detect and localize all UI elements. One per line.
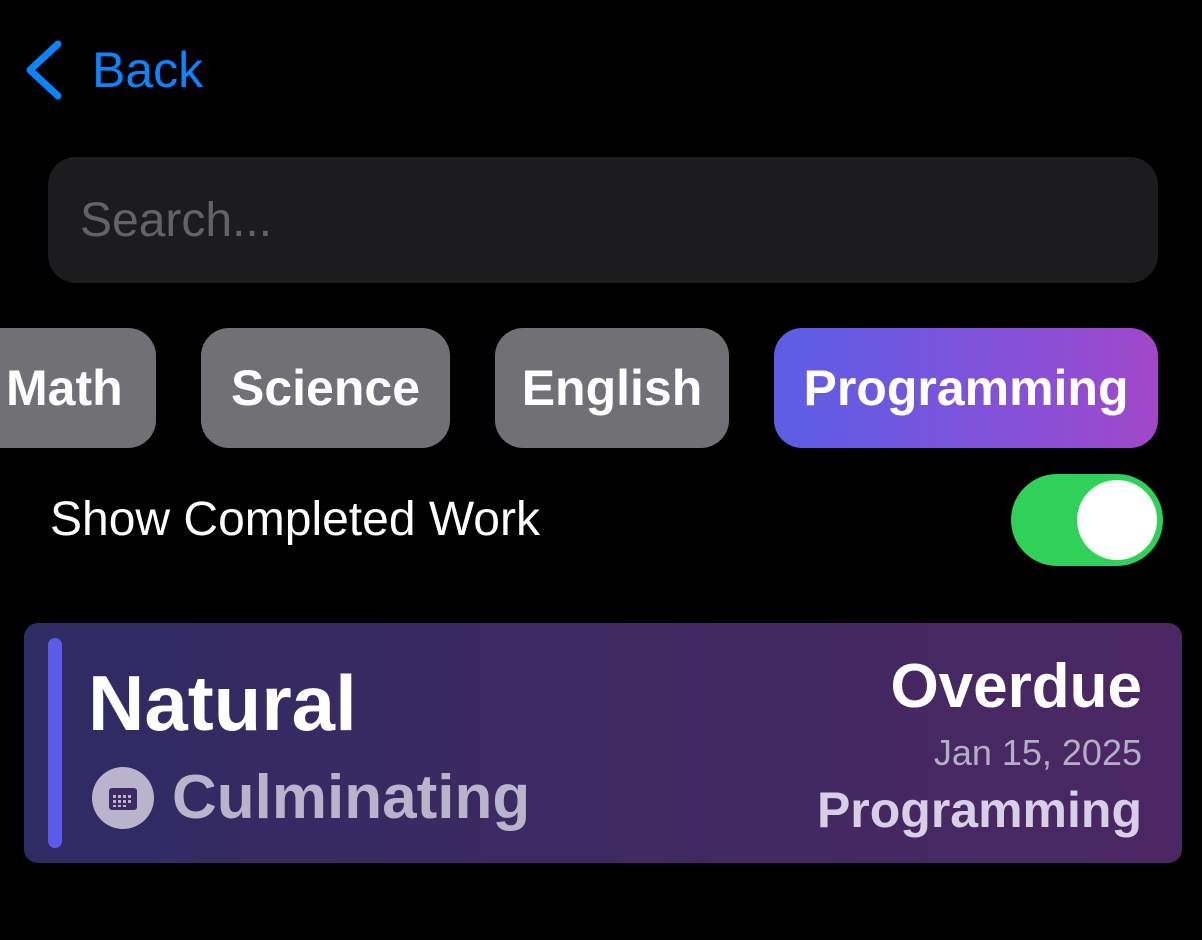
back-button[interactable]: Back <box>22 38 203 102</box>
filter-chip-label: Math <box>6 360 123 416</box>
assignment-type-row: Culminating <box>92 765 530 831</box>
assignment-type: Culminating <box>172 763 531 832</box>
filter-chip-science[interactable]: Science <box>201 328 450 448</box>
filter-chip-programming[interactable]: Programming <box>774 328 1158 448</box>
back-label: Back <box>92 42 204 98</box>
calendar-icon <box>92 767 154 829</box>
search-field[interactable] <box>48 157 1158 283</box>
assignment-card[interactable]: Natural Culminating Overdue Jan 15, 2025… <box>24 623 1182 863</box>
assignment-title: Natural <box>88 659 357 747</box>
assignment-subject: Programming <box>816 782 1142 838</box>
toggle-knob <box>1077 480 1157 560</box>
filter-chip-label: English <box>521 360 703 416</box>
filter-chip-english[interactable]: English <box>495 328 729 448</box>
chevron-left-icon <box>26 40 62 100</box>
search-input[interactable] <box>78 191 1128 249</box>
show-completed-toggle[interactable] <box>1011 474 1163 566</box>
show-completed-label: Show Completed Work <box>50 493 540 546</box>
card-accent-bar <box>48 638 62 848</box>
filter-chip-label: Science <box>230 360 420 416</box>
assignment-date: Jan 15, 2025 <box>933 732 1142 773</box>
assignment-status: Overdue <box>890 652 1142 721</box>
filter-chip-math[interactable]: Math <box>0 328 156 448</box>
filter-chip-label: Programming <box>803 360 1129 416</box>
